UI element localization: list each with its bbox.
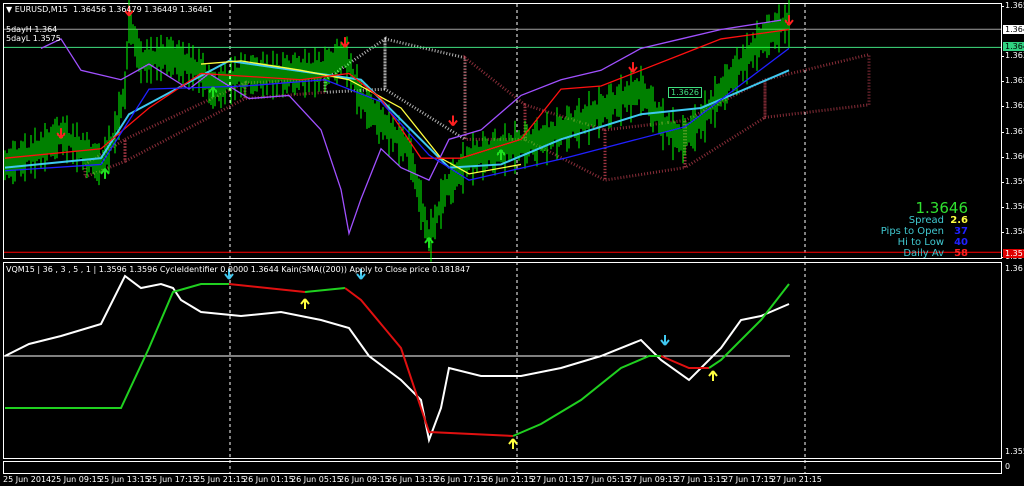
osc-cycle-green xyxy=(5,283,229,409)
up-arrow-icon xyxy=(496,149,506,161)
time-axis-label: 25 Jun 17:15 xyxy=(147,475,198,484)
price-axis-tick xyxy=(1002,131,1004,133)
series-cyan-ma xyxy=(4,59,790,169)
osc-cycle-green xyxy=(512,355,661,437)
down-arrow-icon xyxy=(56,128,66,139)
price-axis-label: 1.35895 xyxy=(1005,201,1024,211)
price-axis-tick xyxy=(1002,81,1004,83)
symbol-header: ▼ EURUSD,M15 1.36456 1.36479 1.36449 1.3… xyxy=(6,5,213,14)
price-axis-tick xyxy=(1002,231,1004,233)
series-blue xyxy=(4,47,790,181)
time-axis-label: 26 Jun 13:15 xyxy=(387,475,438,484)
down-arrow-icon xyxy=(628,62,638,73)
price-axis-label: 1.35815 xyxy=(1005,226,1024,236)
down-arrow-icon xyxy=(340,37,350,48)
time-axis-label: 26 Jun 01:15 xyxy=(243,475,294,484)
current-price-tag: 1.36461 xyxy=(1003,25,1024,34)
time-axis-label: 25 Jun 13:15 xyxy=(99,475,150,484)
osc-cycle-green xyxy=(708,283,790,369)
price-axis-tick xyxy=(1002,181,1004,183)
time-axis-label: 27 Jun 21:15 xyxy=(771,475,822,484)
symbol-label: EURUSD,M15 xyxy=(14,5,68,14)
osc-axis-bottom: 1.3554 xyxy=(1005,447,1024,456)
time-axis-label: 25 Jun 21:15 xyxy=(195,475,246,484)
oscillator-title: VQM15 | 36 , 3 , 5 , 1 | 1.3596 1.3596 C… xyxy=(6,265,471,274)
price-axis-label: 1.36055 xyxy=(1005,151,1024,161)
pips-label: Pips to Open xyxy=(880,226,944,237)
osc-cycle-green xyxy=(304,287,346,293)
chart-plot xyxy=(4,0,1001,473)
five-day-high: 5dayH 1.364 xyxy=(6,25,58,34)
pips-row: Pips to Open 37 xyxy=(881,226,968,237)
time-axis-label: 25 Jun 09:15 xyxy=(51,475,102,484)
price-axis-tick xyxy=(1002,56,1004,58)
ohlc-values: 1.36456 1.36479 1.36449 1.36461 xyxy=(72,5,213,14)
price-axis-tick xyxy=(1002,156,1004,158)
time-axis-label: 26 Jun 21:15 xyxy=(483,475,534,484)
up-arrow-icon xyxy=(424,237,434,248)
ichimoku-cloud xyxy=(763,52,871,120)
price-axis-tick xyxy=(1002,106,1004,108)
series-purple xyxy=(40,19,782,237)
time-axis-label: 26 Jun 05:15 xyxy=(291,475,342,484)
hilo-row: Hi to Low 40 xyxy=(898,237,968,248)
down-arrow-icon xyxy=(784,15,794,26)
osc-cycle-red xyxy=(228,283,306,293)
five-day-low: 5dayL 1.3575 xyxy=(6,34,61,43)
up-arrow-icon xyxy=(708,370,718,381)
daily-label: Daily Av xyxy=(903,248,944,259)
time-axis-label: 25 Jun 2014 xyxy=(3,475,52,484)
green-level-tag: 1.36403 xyxy=(1003,42,1024,51)
hilo-value: 40 xyxy=(954,237,968,248)
spread-label: Spread xyxy=(908,215,944,226)
red-level-tag: 1.35750 xyxy=(1003,249,1024,258)
daily-value: 58 xyxy=(954,248,968,259)
up-arrow-icon xyxy=(208,86,218,98)
sub-axis-label: 0 xyxy=(1005,462,1011,471)
time-axis-label: 26 Jun 09:15 xyxy=(339,475,390,484)
time-axis-label: 27 Jun 09:15 xyxy=(627,475,678,484)
hilo-label: Hi to Low xyxy=(897,237,944,248)
price-axis-label: 1.36295 xyxy=(1005,76,1024,86)
down-arrow-icon xyxy=(448,115,458,127)
spread-row: Spread 2.6 xyxy=(909,215,968,226)
daily-row: Daily Av 58 xyxy=(903,248,968,259)
time-axis-label: 27 Jun 01:15 xyxy=(531,475,582,484)
time-axis-label: 27 Jun 13:15 xyxy=(675,475,726,484)
ichimoku-cloud xyxy=(463,54,527,141)
down-arrow-icon xyxy=(660,335,670,346)
price-axis-label: 1.36375 xyxy=(1005,51,1024,61)
price-axis-label: 1.36535 xyxy=(1005,1,1024,10)
time-axis-label: 27 Jun 05:15 xyxy=(579,475,630,484)
osc-axis-top: 1.36 xyxy=(1005,264,1023,273)
osc-vqm-white xyxy=(4,274,790,444)
price-axis-tick xyxy=(1002,206,1004,208)
up-arrow-icon xyxy=(300,298,310,309)
price-axis-tick xyxy=(1002,6,1004,7)
up-arrow-icon xyxy=(508,438,518,449)
price-box-label: 1.3626 xyxy=(668,87,702,98)
ichimoku-cloud xyxy=(123,80,247,164)
price-axis-label: 1.35975 xyxy=(1005,176,1024,186)
osc-cycle-red xyxy=(344,287,514,437)
price-axis-label: 1.36135 xyxy=(1005,126,1024,136)
price-axis-label: 1.36215 xyxy=(1005,101,1024,111)
pips-value: 37 xyxy=(954,226,968,237)
spread-value: 2.6 xyxy=(950,215,968,226)
time-axis-label: 26 Jun 17:15 xyxy=(435,475,486,484)
time-axis-label: 27 Jun 17:15 xyxy=(723,475,774,484)
